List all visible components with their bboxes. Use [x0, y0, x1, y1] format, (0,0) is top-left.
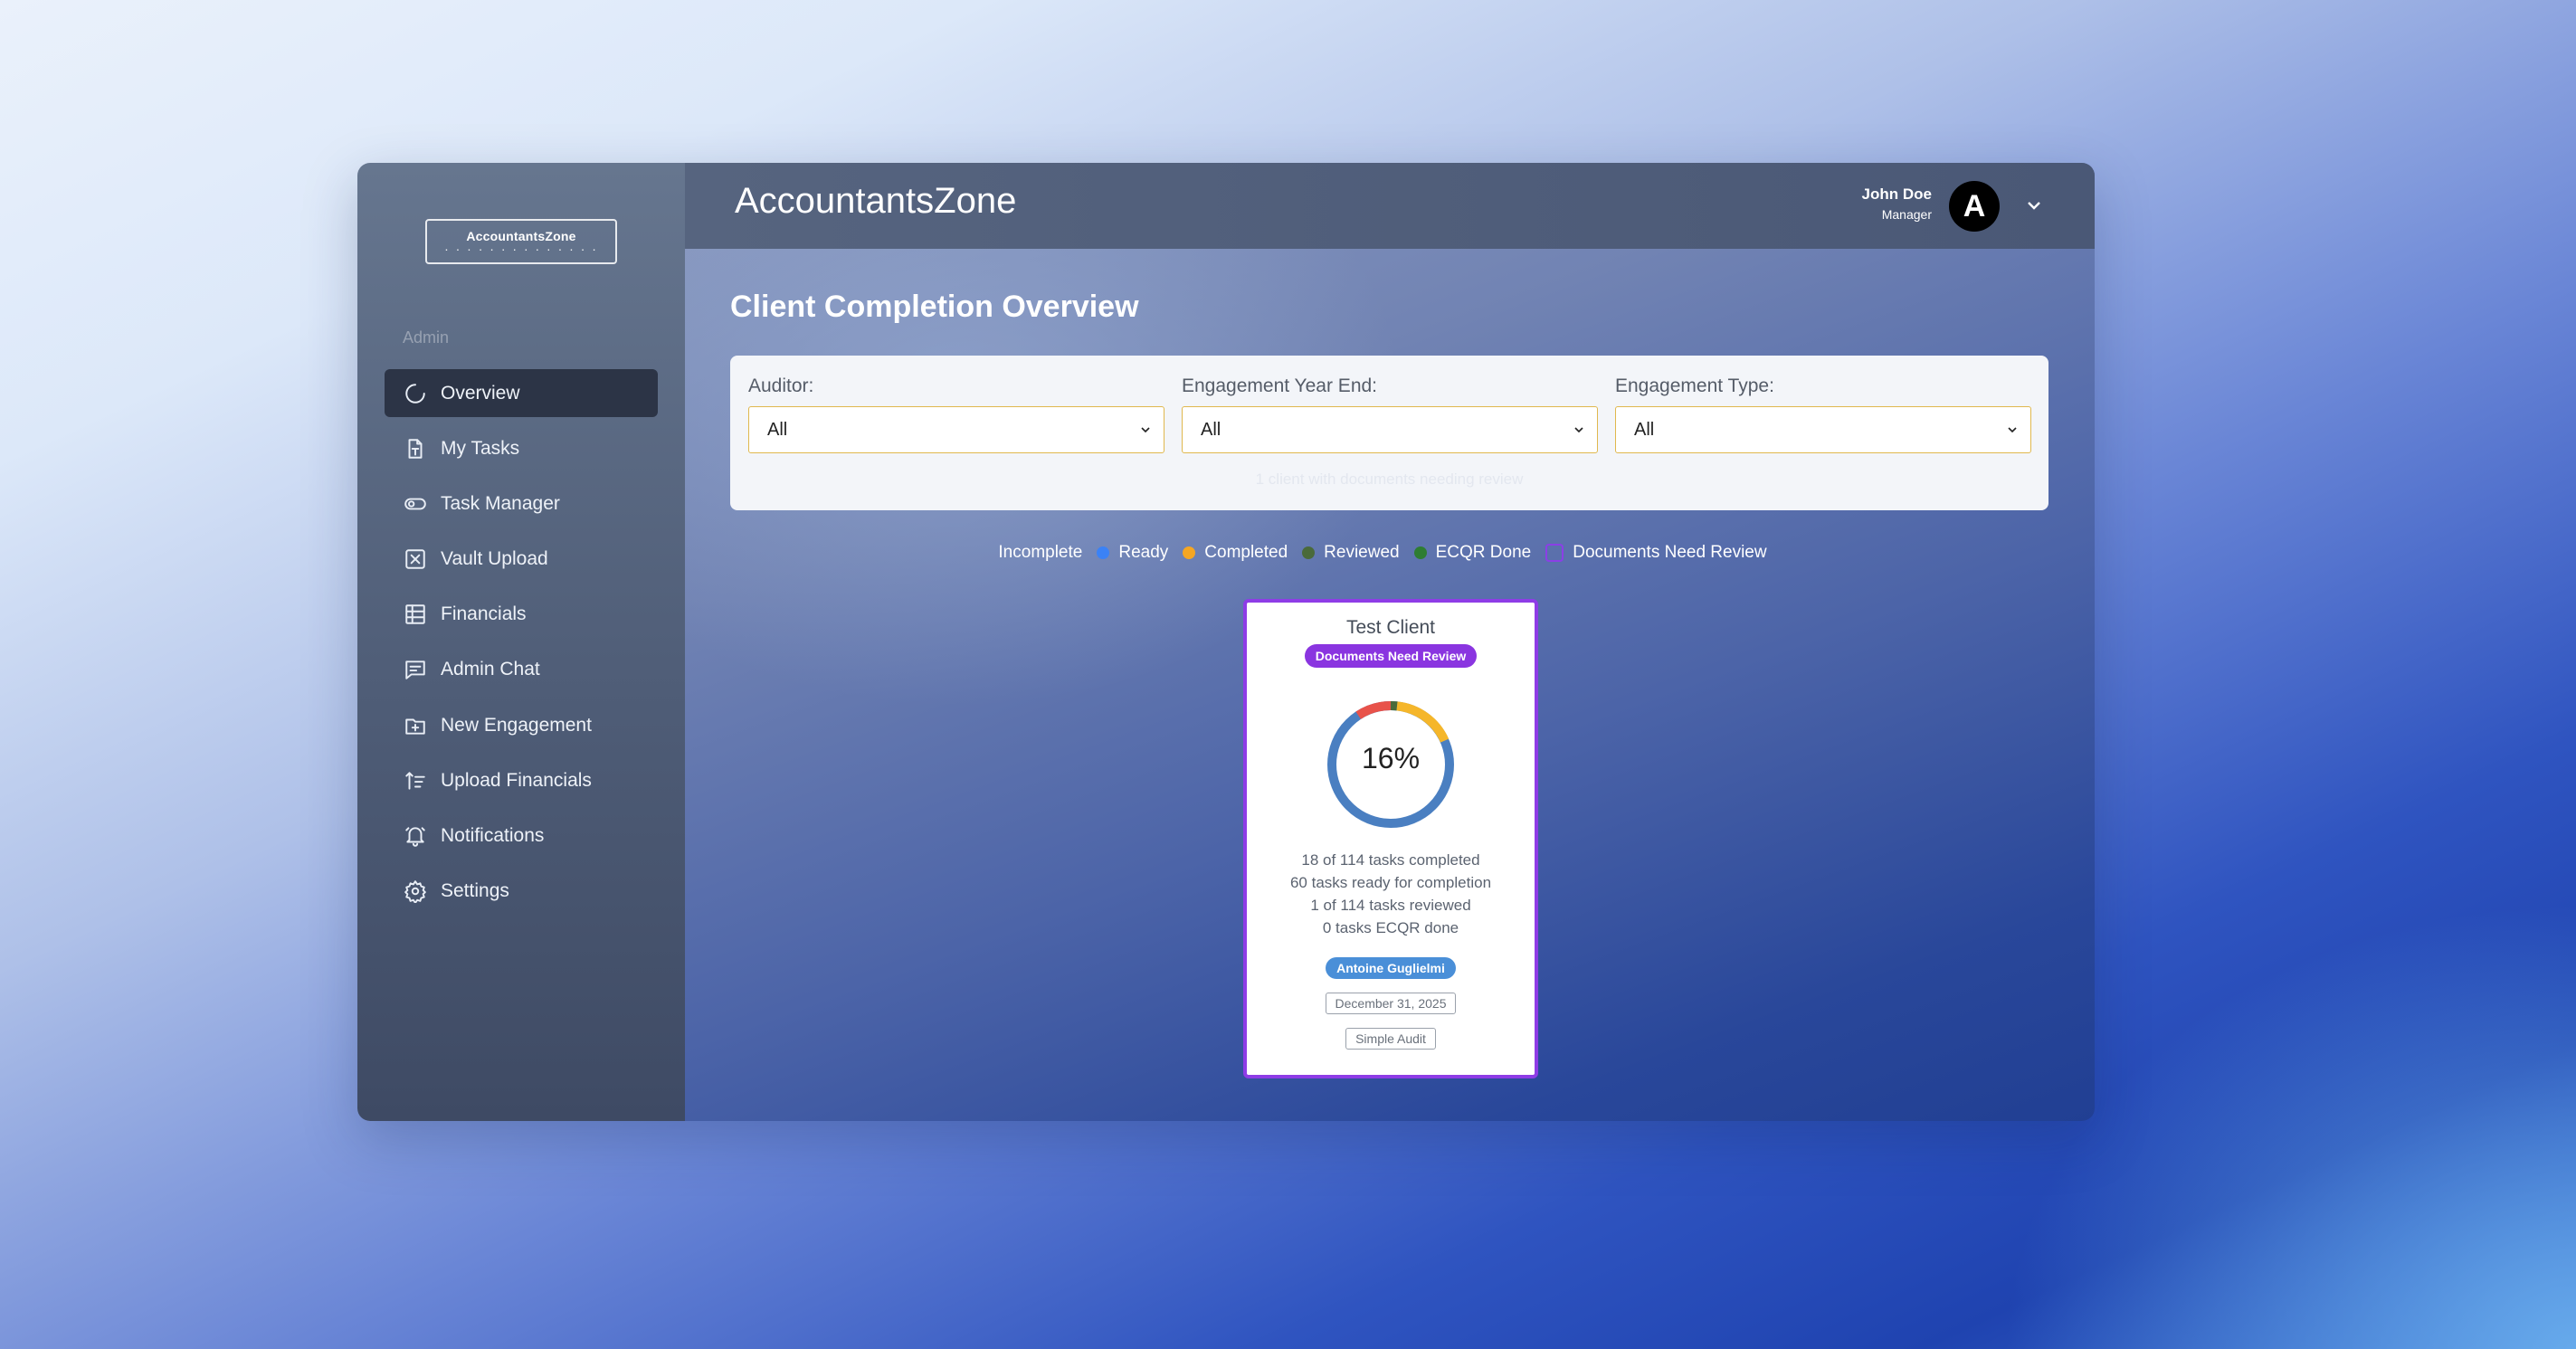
- legend-label: Completed: [1204, 543, 1288, 562]
- folder-plus-icon: [403, 713, 428, 738]
- logo[interactable]: AccountantsZone · · · · · · · · · · · · …: [425, 219, 617, 264]
- sidebar-item-new-engagement[interactable]: New Engagement: [385, 701, 658, 749]
- chevron-down-icon: [1141, 427, 1150, 433]
- year-end-select[interactable]: All: [1182, 406, 1598, 453]
- stat-ready: 60 tasks ready for completion: [1289, 874, 1492, 891]
- year-end-tag: December 31, 2025: [1325, 993, 1457, 1014]
- user-name: John Doe: [1861, 185, 1932, 203]
- main-content: AccountantsZone John Doe Manager A Clien…: [685, 163, 2095, 1121]
- client-card[interactable]: Test Client Documents Need Review 16% 18…: [1243, 599, 1538, 1078]
- sidebar-section-label: Admin: [403, 328, 450, 347]
- sidebar-item-label: Upload Financials: [441, 769, 592, 791]
- sidebar-item-label: Financials: [441, 603, 527, 625]
- stat-reviewed: 1 of 114 tasks reviewed: [1310, 897, 1471, 914]
- year-end-select-value: All: [1201, 419, 1221, 440]
- logo-tagline: · · · · · · · · · · · · · ·: [444, 242, 598, 256]
- loader-icon: [403, 381, 428, 406]
- legend-dot: [1413, 546, 1427, 559]
- filter-panel: Auditor: All Engagement Year End: All En…: [730, 356, 2048, 510]
- sidebar-item-label: My Tasks: [441, 437, 520, 459]
- chat-icon: [403, 657, 428, 682]
- year-end-filter-label: Engagement Year End:: [1182, 375, 1378, 396]
- filter-summary: 1 client with documents needing review: [1255, 470, 1524, 488]
- status-legend: Incomplete Ready Completed Reviewed ECQR…: [685, 543, 2095, 563]
- legend-item-completed: Completed: [1183, 543, 1288, 563]
- legend-label: Reviewed: [1324, 543, 1400, 562]
- sidebar-item-vault-upload[interactable]: Vault Upload: [385, 536, 658, 584]
- legend-label: Incomplete: [998, 543, 1083, 562]
- gear-icon: [403, 879, 428, 904]
- user-role: Manager: [1881, 207, 1932, 222]
- sidebar-item-label: Vault Upload: [441, 548, 548, 570]
- sidebar: AccountantsZone · · · · · · · · · · · · …: [357, 163, 685, 1121]
- stat-completed: 18 of 114 tasks completed: [1301, 851, 1480, 869]
- auditor-select[interactable]: All: [748, 406, 1164, 453]
- engagement-type-select-value: All: [1634, 419, 1655, 440]
- vault-icon: [403, 546, 428, 572]
- ring-segment-completed: [1396, 701, 1450, 743]
- sidebar-item-overview[interactable]: Overview: [385, 369, 658, 417]
- engagement-type-select[interactable]: All: [1615, 406, 2031, 453]
- legend-item-incomplete: Incomplete: [998, 543, 1082, 563]
- task-stats: 18 of 114 tasks completed 60 tasks ready…: [1247, 849, 1535, 939]
- sidebar-item-label: Notifications: [441, 825, 545, 846]
- legend-label: ECQR Done: [1435, 543, 1532, 562]
- sidebar-item-label: Admin Chat: [441, 659, 540, 680]
- legend-item-reviewed: Reviewed: [1302, 543, 1400, 563]
- legend-item-ecqr-done: ECQR Done: [1413, 543, 1532, 563]
- table-icon: [403, 602, 428, 627]
- legend-item-documents-need-review: Documents Need Review: [1545, 543, 1767, 563]
- sidebar-item-task-manager[interactable]: Task Manager: [385, 480, 658, 527]
- engagement-type-tag: Simple Audit: [1345, 1028, 1436, 1050]
- sidebar-item-label: Overview: [441, 382, 520, 404]
- sidebar-item-upload-financials[interactable]: Upload Financials: [385, 756, 658, 804]
- sidebar-item-label: Task Manager: [441, 492, 560, 514]
- chevron-down-icon: [2008, 427, 2017, 433]
- sidebar-item-admin-chat[interactable]: Admin Chat: [385, 646, 658, 694]
- sidebar-item-financials[interactable]: Financials: [385, 591, 658, 639]
- chevron-down-icon: [1574, 427, 1583, 433]
- bell-icon: [403, 823, 428, 849]
- legend-label: Documents Need Review: [1573, 543, 1767, 562]
- legend-item-ready: Ready: [1097, 543, 1168, 563]
- toggle-icon: [403, 491, 428, 517]
- sidebar-nav: Overview My Tasks Task Manager Vault Upl…: [385, 369, 658, 923]
- completion-percent: 16%: [1361, 742, 1421, 774]
- ring-segment-incomplete: [1355, 700, 1392, 719]
- page-title: Client Completion Overview: [730, 290, 1139, 324]
- upload-sort-icon: [403, 768, 428, 793]
- chevron-down-icon[interactable]: [2023, 195, 2045, 216]
- sidebar-item-notifications[interactable]: Notifications: [385, 812, 658, 860]
- legend-dot: [1302, 546, 1316, 559]
- completion-ring: 16%: [1323, 697, 1459, 832]
- app-title: AccountantsZone: [735, 181, 1017, 221]
- engagement-type-filter: Engagement Type: All: [1615, 375, 2031, 453]
- sidebar-item-my-tasks[interactable]: My Tasks: [385, 424, 658, 472]
- client-name: Test Client: [1345, 617, 1436, 638]
- auditor-select-value: All: [767, 419, 788, 440]
- legend-dot: [1097, 546, 1110, 559]
- status-badge: Documents Need Review: [1304, 644, 1478, 668]
- stat-ecqr: 0 tasks ECQR done: [1322, 919, 1459, 936]
- legend-label: Ready: [1118, 543, 1169, 562]
- sidebar-item-label: New Engagement: [441, 714, 592, 736]
- app-window: AccountantsZone · · · · · · · · · · · · …: [357, 163, 2095, 1121]
- auditor-filter-label: Auditor:: [748, 375, 814, 396]
- sidebar-item-label: Settings: [441, 880, 509, 902]
- sidebar-item-settings[interactable]: Settings: [385, 868, 658, 916]
- legend-dot: [1183, 546, 1196, 559]
- avatar[interactable]: A: [1949, 181, 2000, 232]
- auditor-badge: Antoine Guglielmi: [1326, 957, 1456, 979]
- engagement-type-filter-label: Engagement Type:: [1615, 375, 1774, 396]
- task-file-icon: [403, 436, 428, 461]
- top-bar: AccountantsZone John Doe Manager A: [685, 163, 2095, 249]
- auditor-filter: Auditor: All: [748, 375, 1164, 453]
- legend-box: [1545, 544, 1564, 562]
- user-info[interactable]: John Doe Manager: [1862, 185, 1932, 222]
- year-end-filter: Engagement Year End: All: [1182, 375, 1598, 453]
